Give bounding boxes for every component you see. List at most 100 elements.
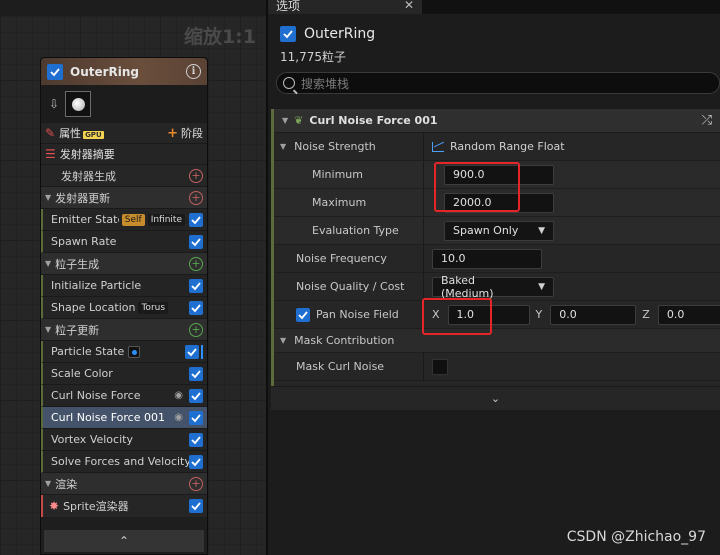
zoom-label: 缩放1:1 (183, 26, 256, 48)
module-enable-checkbox[interactable] (185, 344, 199, 359)
emitter-summary-row[interactable]: ☰ 发射器摘要 (41, 144, 207, 165)
collapse-triangle-icon[interactable]: ▼ (45, 259, 51, 268)
pan-noise-field-checkbox[interactable] (296, 307, 310, 322)
node-collapse-button[interactable]: ⌃ (44, 530, 204, 552)
module-details-curl-noise-force-001: ▼ ❦ Curl Noise Force 001 ⤮ ▼ Noise Streng… (271, 109, 720, 409)
module-item-curl-noise-force[interactable]: Curl Noise Force ◉ (41, 385, 207, 407)
properties-row[interactable]: ✎ 属性 GPU + 阶段 (41, 123, 207, 144)
eye-icon[interactable]: ◉ (174, 390, 183, 401)
tab-bar: 选项 ✕ (268, 0, 720, 14)
pencil-icon: ✎ (45, 126, 56, 140)
dynamic-input-selector[interactable]: Random Range Float (432, 140, 565, 153)
close-icon[interactable]: ✕ (404, 0, 414, 12)
emitter-spawn-row[interactable]: 发射器生成 + (41, 165, 207, 187)
checkmark-icon (50, 67, 60, 76)
renderer-item-sprite[interactable]: ✸ Sprite渲染器 (41, 495, 207, 517)
chevron-down-icon: ▼ (538, 281, 545, 292)
row-mask-curl-noise: Mask Curl Noise (274, 353, 720, 381)
module-item-curl-noise-force-001[interactable]: Curl Noise Force 001 ◉ (41, 407, 207, 429)
graph-canvas[interactable]: 缩放1:1 OuterRing i ⇩ ✎ 属性 GPU + 阶段 ☰ 发射器摘要 (0, 0, 266, 555)
noise-quality-dropdown[interactable]: Baked (Medium) ▼ (432, 274, 554, 300)
shuffle-icon[interactable]: ⤮ (702, 113, 712, 128)
info-icon[interactable]: i (186, 64, 201, 79)
collapse-triangle-icon[interactable]: ▼ (45, 479, 51, 488)
noise-frequency-input[interactable]: 10.0 (432, 248, 542, 269)
module-enable-checkbox[interactable] (189, 366, 203, 381)
emitter-spawn-label: 发射器生成 (61, 169, 116, 183)
add-module-button[interactable]: + (189, 190, 203, 205)
chevron-down-icon: ⌄ (490, 392, 501, 405)
section-particle-update[interactable]: ▼ 粒子更新 + (41, 319, 207, 341)
collapse-triangle-icon[interactable]: ▼ (282, 116, 288, 125)
row-noise-strength: ▼ Noise Strength Random Range Float (274, 133, 720, 161)
collapse-triangle-icon[interactable]: ▼ (280, 142, 286, 151)
tab-options[interactable]: 选项 ✕ (268, 0, 422, 14)
pan-z-input[interactable]: 0.0 (657, 304, 720, 325)
emitter-enable-checkbox[interactable] (47, 63, 63, 80)
module-item-shape-location[interactable]: Shape Location Torus (41, 297, 207, 319)
emitter-node[interactable]: OuterRing i ⇩ ✎ 属性 GPU + 阶段 ☰ 发射器摘要 发射器生成 … (40, 57, 208, 555)
mask-curl-noise-checkbox[interactable] (432, 358, 448, 375)
module-item-initialize-particle[interactable]: Initialize Particle (41, 275, 207, 297)
add-stage-button[interactable]: + 阶段 (167, 125, 203, 141)
search-placeholder: 搜索堆栈 (301, 76, 350, 91)
sprite-icon: ✸ (49, 499, 60, 513)
renderer-enable-checkbox[interactable] (189, 499, 203, 513)
module-title: Curl Noise Force 001 (309, 114, 438, 127)
collapse-triangle-icon[interactable]: ▼ (45, 193, 51, 202)
editor-root: 缩放1:1 OuterRing i ⇩ ✎ 属性 GPU + 阶段 ☰ 发射器摘要 (0, 0, 720, 555)
module-enable-checkbox[interactable] (189, 212, 203, 227)
emitter-name: OuterRing (304, 26, 376, 42)
module-enable-checkbox[interactable] (189, 432, 203, 447)
add-module-button[interactable]: + (189, 256, 203, 271)
module-enable-checkbox[interactable] (189, 278, 203, 293)
y-axis-label: Y (535, 308, 543, 321)
node-thumbnail-row: ⇩ (41, 85, 207, 123)
collapse-triangle-icon[interactable]: ▼ (45, 325, 51, 334)
dot-icon (128, 345, 141, 358)
pan-y-input[interactable]: 0.0 (550, 304, 637, 325)
section-emitter-update[interactable]: ▼ 发射器更新 + (41, 187, 207, 209)
module-enable-checkbox[interactable] (189, 410, 203, 425)
module-item-particle-state[interactable]: Particle State (41, 341, 207, 363)
module-item-spawn-rate[interactable]: Spawn Rate (41, 231, 207, 253)
module-item-emitter-state[interactable]: Emitter State Self Infinite (41, 209, 207, 231)
module-icon: ❦ (294, 114, 304, 127)
section-render[interactable]: ▼ 渲染 + (41, 473, 207, 495)
add-module-button[interactable]: + (189, 322, 203, 337)
row-evaluation-type: Evaluation Type Spawn Only ▼ (274, 217, 720, 245)
evaluation-type-dropdown[interactable]: Spawn Only ▼ (444, 220, 554, 241)
tag-self: Self (121, 213, 145, 226)
module-item-solve-forces[interactable]: Solve Forces and Velocity (41, 451, 207, 473)
properties-label: 属性 GPU (59, 127, 104, 140)
module-header[interactable]: ▼ ❦ Curl Noise Force 001 ⤮ (274, 109, 720, 133)
stack-search-field[interactable]: 搜索堆栈 (276, 72, 720, 94)
chevron-down-icon: ▼ (538, 225, 545, 236)
expand-more-button[interactable]: ⌄ (271, 386, 720, 410)
module-enable-checkbox[interactable] (189, 454, 203, 469)
module-enable-checkbox[interactable] (189, 388, 203, 403)
chevron-up-icon: ⌃ (118, 534, 130, 548)
module-enable-checkbox[interactable] (189, 300, 203, 315)
module-item-scale-color[interactable]: Scale Color (41, 363, 207, 385)
node-title: OuterRing (70, 64, 140, 79)
highlight-box-pan-x (422, 298, 492, 335)
sphere-icon (71, 97, 85, 111)
tag-torus: Torus (138, 301, 169, 314)
node-header[interactable]: OuterRing i (41, 58, 207, 85)
emitter-enable-checkbox[interactable] (280, 26, 296, 42)
collapse-triangle-icon[interactable]: ▼ (280, 336, 286, 345)
module-item-vortex-velocity[interactable]: Vortex Velocity (41, 429, 207, 451)
eye-icon[interactable]: ◉ (174, 412, 183, 423)
emitter-thumbnail[interactable] (65, 91, 92, 117)
emitter-summary-label: 发射器摘要 (59, 148, 115, 161)
module-enable-checkbox[interactable] (189, 234, 203, 249)
pin-icon[interactable]: ⇩ (49, 97, 59, 111)
add-module-button[interactable]: + (189, 168, 203, 183)
highlight-box-min-max (434, 162, 520, 212)
section-particle-spawn[interactable]: ▼ 粒子生成 + (41, 253, 207, 275)
particle-count: 11,775粒子 (280, 50, 346, 64)
add-module-button[interactable]: + (189, 476, 203, 491)
row-mask-contribution[interactable]: ▼ Mask Contribution (274, 329, 720, 353)
emitter-header: OuterRing 11,775粒子 (268, 14, 720, 68)
